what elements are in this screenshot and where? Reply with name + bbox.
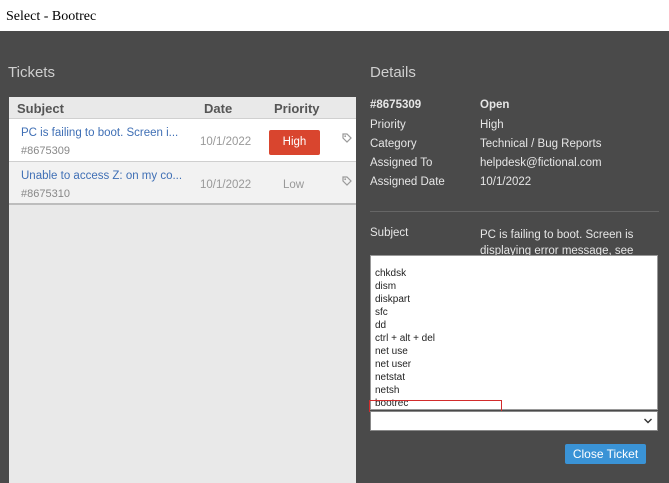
ticket-subject[interactable]: Unable to access Z: on my co...	[21, 170, 191, 182]
details-divider	[370, 211, 659, 212]
details-heading: Details	[370, 64, 416, 81]
dropdown-option[interactable]: ctrl + alt + del	[375, 333, 435, 345]
ticket-number: #8675309	[370, 99, 422, 111]
subject-text: PC is failing to boot. Screen is display…	[480, 229, 634, 257]
ticket-list-header: Subject Date Priority	[9, 97, 356, 119]
dropdown-option[interactable]: net use	[375, 346, 408, 358]
detail-label: Category	[370, 138, 417, 150]
detail-value: High	[480, 119, 504, 131]
dropdown-option[interactable]: net user	[375, 359, 411, 371]
detail-id-row: #8675309 Open	[370, 99, 660, 117]
close-ticket-button[interactable]: Close Ticket	[565, 444, 646, 464]
header-subject: Subject	[17, 101, 64, 116]
dropdown-option[interactable]: dd	[375, 320, 386, 332]
detail-assigned-date-row: Assigned Date 10/1/2022	[370, 176, 660, 194]
ticket-subject[interactable]: PC is failing to boot. Screen i...	[21, 127, 191, 139]
detail-value: 10/1/2022	[480, 176, 532, 188]
header-priority: Priority	[274, 101, 320, 116]
chevron-down-icon	[644, 418, 652, 424]
detail-category-row: Category Technical / Bug Reports	[370, 138, 660, 156]
dropdown-option[interactable]: sfc	[375, 307, 388, 319]
dropdown-option[interactable]: diskpart	[375, 294, 410, 306]
ticket-id: #8675310	[21, 188, 70, 200]
dropdown-option[interactable]: chkdsk	[375, 268, 406, 280]
detail-value: helpdesk@fictional.com	[480, 157, 602, 169]
detail-value: Technical / Bug Reports	[480, 138, 602, 150]
subject-block: Subject PC is failing to boot. Screen is…	[370, 227, 660, 257]
ticket-list: Subject Date Priority PC is failing to b…	[9, 97, 356, 483]
helpdesk-app: Tickets Details Subject Date Priority PC…	[0, 31, 669, 483]
subject-label: Subject	[370, 227, 409, 239]
ticket-row[interactable]: Unable to access Z: on my co... #8675310…	[9, 162, 356, 205]
tickets-heading: Tickets	[8, 64, 55, 81]
ticket-date: 10/1/2022	[200, 179, 252, 191]
command-select[interactable]	[370, 411, 658, 431]
dropdown-option[interactable]: netsh	[375, 385, 399, 397]
ticket-id: #8675309	[21, 145, 70, 157]
ticket-date: 10/1/2022	[200, 136, 252, 148]
detail-label: Priority	[370, 119, 406, 131]
detail-label: Assigned Date	[370, 176, 445, 188]
command-dropdown-list[interactable]: chkdsk dism diskpart sfc dd ctrl + alt +…	[370, 255, 658, 410]
priority-badge-high: High	[269, 130, 320, 155]
priority-label-low: Low	[283, 179, 305, 191]
header-date: Date	[204, 101, 233, 116]
detail-priority-row: Priority High	[370, 119, 660, 137]
ticket-status: Open	[480, 99, 510, 111]
instruction-text: Select - Bootrec	[6, 9, 97, 24]
tag-icon	[342, 133, 352, 143]
dropdown-option[interactable]: dism	[375, 281, 396, 293]
detail-label: Assigned To	[370, 157, 433, 169]
tag-icon	[342, 176, 352, 186]
ticket-row[interactable]: PC is failing to boot. Screen i... #8675…	[9, 119, 356, 162]
detail-assigned-to-row: Assigned To helpdesk@fictional.com	[370, 157, 660, 175]
dropdown-option[interactable]: netstat	[375, 372, 405, 384]
